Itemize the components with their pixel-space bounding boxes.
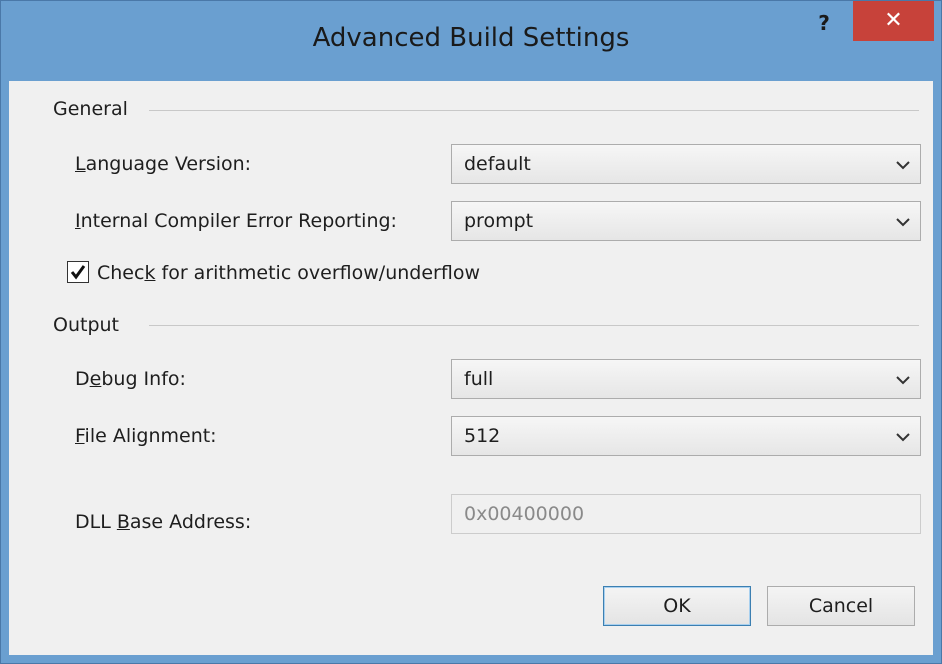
cancel-button[interactable]: Cancel — [767, 586, 915, 626]
dll-base-address-label: DLL Base Address: — [75, 511, 252, 533]
language-version-value: default — [464, 153, 531, 175]
general-group-header: General — [53, 98, 128, 120]
title-bar[interactable]: Advanced Build Settings ? ✕ — [1, 1, 941, 81]
dialog-window: Advanced Build Settings ? ✕ General Lang… — [0, 0, 942, 664]
output-group-header: Output — [53, 314, 119, 336]
chevron-down-icon — [896, 376, 910, 385]
close-button[interactable]: ✕ — [853, 1, 934, 41]
chevron-down-icon — [896, 161, 910, 170]
file-alignment-label: File Alignment: — [75, 425, 217, 447]
overflow-checkbox[interactable] — [67, 261, 89, 283]
ok-button[interactable]: OK — [603, 586, 751, 626]
dll-base-address-input[interactable]: 0x00400000 — [451, 494, 921, 534]
ice-reporting-dropdown[interactable]: prompt — [451, 201, 921, 241]
ice-reporting-value: prompt — [464, 210, 534, 232]
debug-info-value: full — [464, 368, 494, 390]
dialog-title: Advanced Build Settings — [312, 23, 630, 53]
overflow-checkbox-label[interactable]: Check for arithmetic overflow/underflow — [97, 262, 480, 284]
close-icon: ✕ — [884, 8, 903, 33]
general-group-divider — [149, 110, 919, 111]
help-icon: ? — [818, 11, 830, 35]
language-version-label: Language Version: — [75, 153, 252, 175]
chevron-down-icon — [896, 218, 910, 227]
dialog-body: General Language Version: default Intern… — [9, 81, 933, 655]
debug-info-label: Debug Info: — [75, 368, 186, 390]
language-version-dropdown[interactable]: default — [451, 144, 921, 184]
file-alignment-dropdown[interactable]: 512 — [451, 416, 921, 456]
ice-reporting-label: Internal Compiler Error Reporting: — [75, 210, 397, 232]
help-button[interactable]: ? — [807, 7, 841, 39]
checkmark-icon — [70, 265, 86, 280]
debug-info-dropdown[interactable]: full — [451, 359, 921, 399]
file-alignment-value: 512 — [464, 425, 501, 447]
chevron-down-icon — [896, 433, 910, 442]
dll-base-address-value: 0x00400000 — [464, 503, 585, 525]
output-group-divider — [149, 325, 919, 326]
